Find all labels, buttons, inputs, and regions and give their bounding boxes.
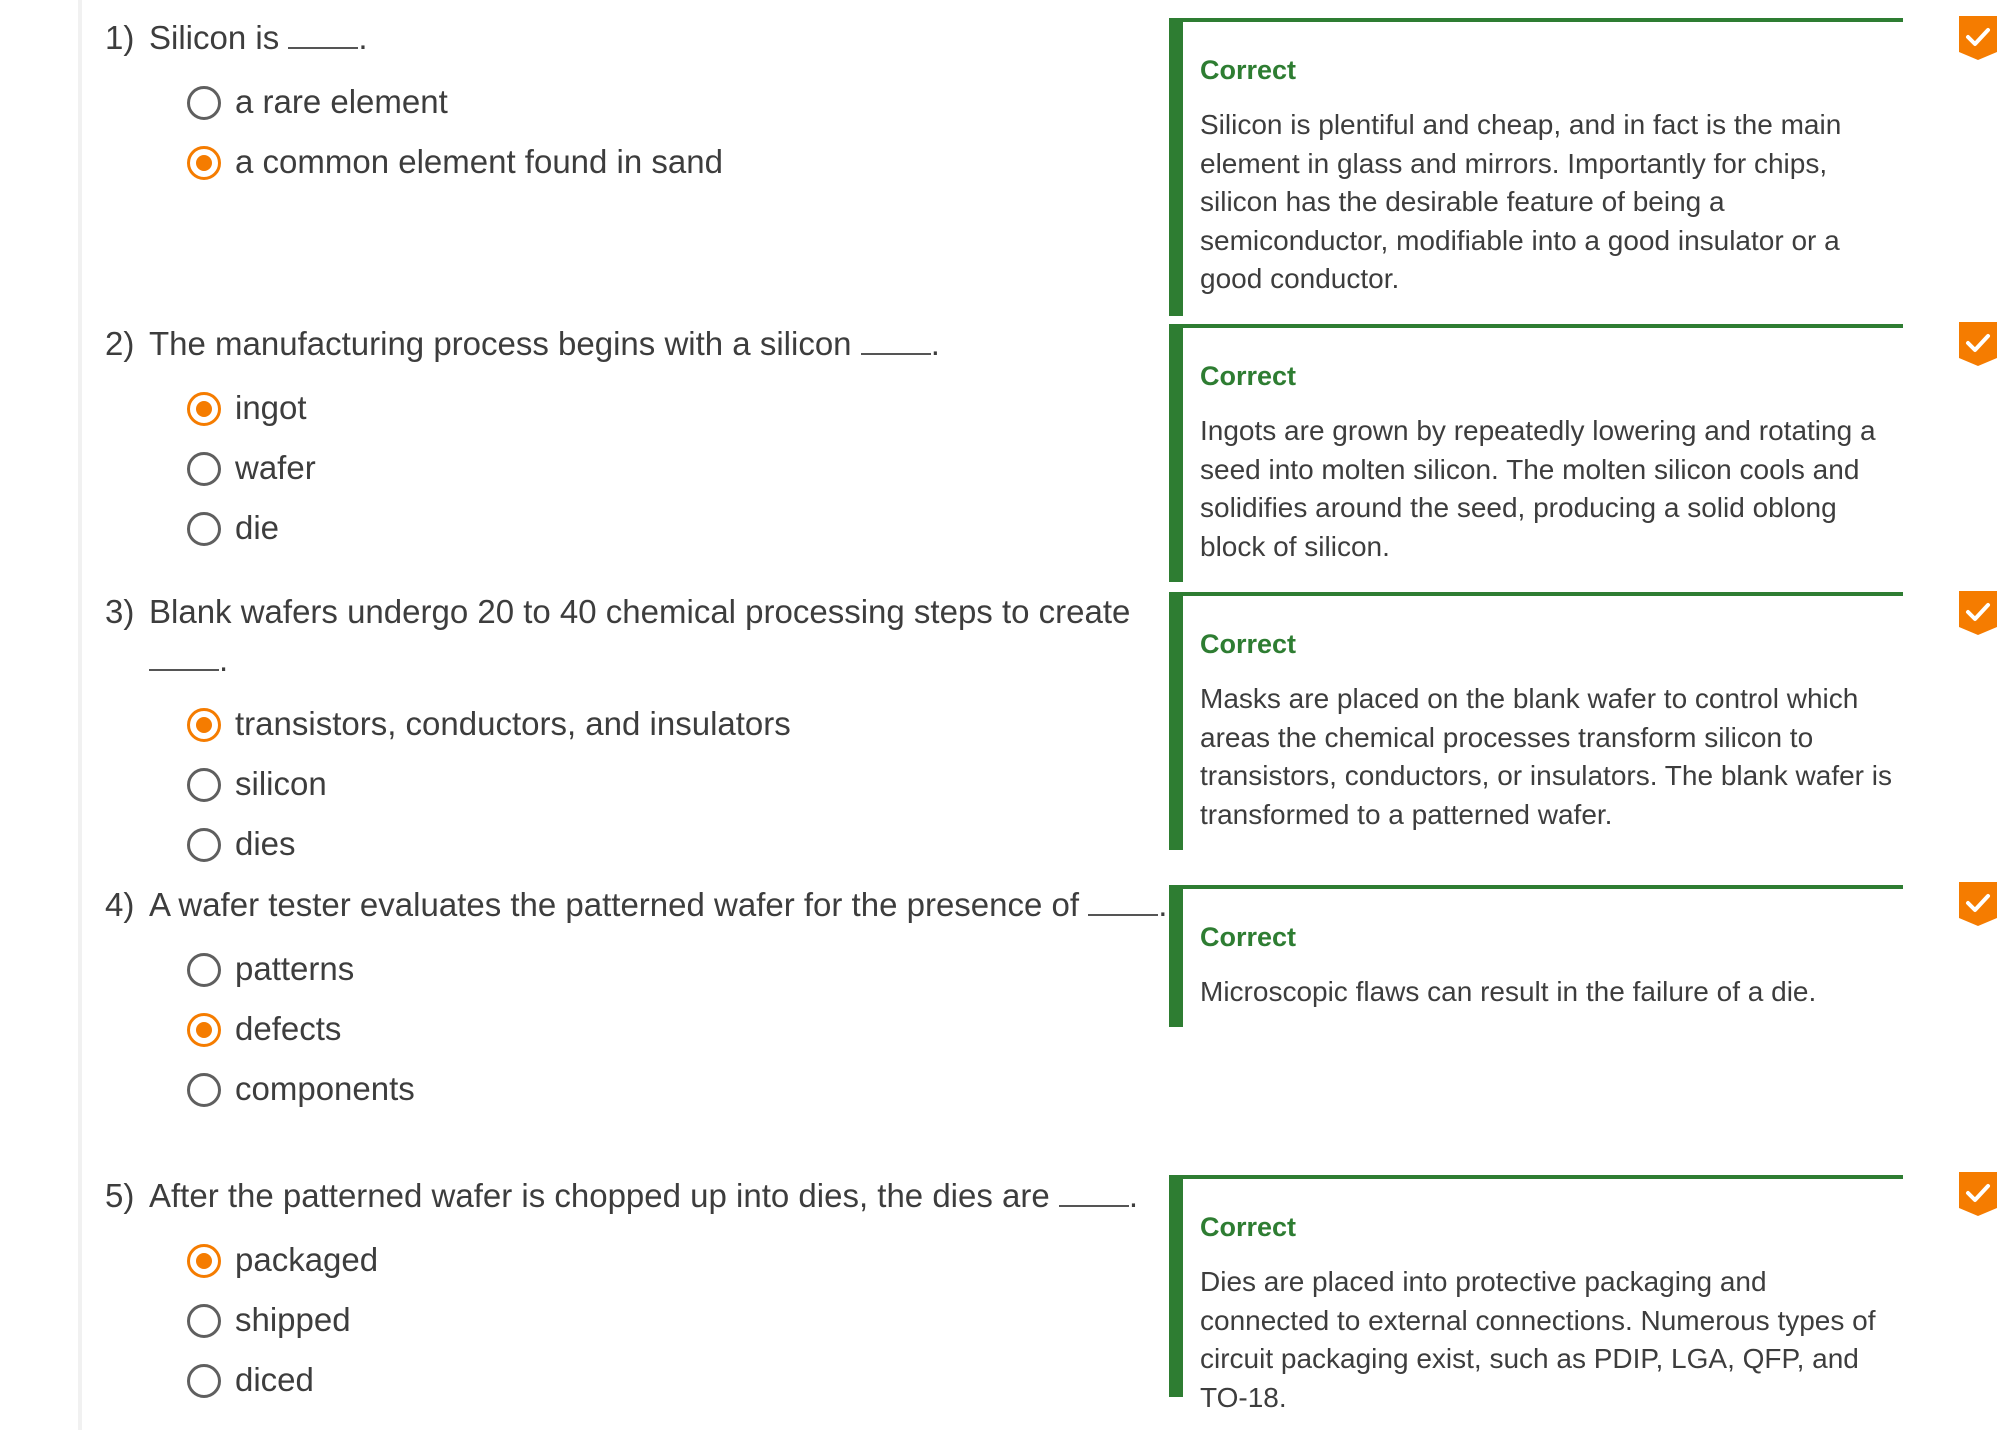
- radio-button[interactable]: [187, 86, 221, 120]
- answer-option-label: shipped: [235, 1301, 351, 1338]
- question-number: 1): [105, 19, 135, 56]
- question-text: A wafer tester evaluates the patterned w…: [149, 886, 1089, 923]
- question-number: 4): [105, 886, 135, 923]
- feedback-text: Masks are placed on the blank wafer to c…: [1200, 683, 1893, 830]
- question-3: 3) Blank wafers undergo 20 to 40 chemical…: [105, 588, 1130, 874]
- answer-option-label: diced: [235, 1361, 314, 1398]
- answer-option-label: wafer: [235, 449, 316, 486]
- answer-option[interactable]: a rare element: [105, 72, 1105, 132]
- radio-button-selected[interactable]: [187, 146, 221, 180]
- checkmark-badge-icon: [1959, 1172, 1997, 1216]
- question-stem: 3) Blank wafers undergo 20 to 40 chemical…: [105, 588, 1179, 684]
- feedback-panel-5: Correct Dies are placed into protective …: [1169, 1175, 1903, 1413]
- answer-blank: [149, 643, 219, 671]
- answer-option[interactable]: die: [105, 498, 1105, 558]
- question-suffix: .: [1158, 886, 1168, 923]
- answer-blank: [288, 21, 359, 49]
- question-1: 1) Silicon is . a rare element a common e…: [105, 14, 1105, 192]
- question-5: 5) After the patterned wafer is chopped u…: [105, 1172, 1138, 1410]
- answer-option-label: defects: [235, 1010, 342, 1047]
- answer-option[interactable]: wafer: [105, 438, 1105, 498]
- question-4: 4) A wafer tester evaluates the patterned…: [105, 881, 1167, 1119]
- answer-option-label: transistors, conductors, and insulators: [235, 705, 791, 742]
- question-suffix: .: [358, 19, 368, 56]
- question-suffix: .: [930, 325, 940, 362]
- answer-option[interactable]: patterns: [105, 939, 1105, 999]
- question-stem: 1) Silicon is .: [105, 14, 1179, 62]
- answer-option-label: components: [235, 1070, 415, 1107]
- question-suffix: .: [219, 641, 229, 678]
- question-stem: 5) After the patterned wafer is chopped u…: [105, 1172, 1179, 1220]
- question-number: 3): [105, 593, 135, 630]
- answer-option-label: silicon: [235, 765, 327, 802]
- radio-button[interactable]: [187, 512, 221, 546]
- answer-blank: [1058, 1179, 1129, 1207]
- answer-option-selected[interactable]: ingot: [105, 378, 1105, 438]
- answer-option-selected[interactable]: transistors, conductors, and insulators: [105, 694, 1105, 754]
- question-stem: 2) The manufacturing process begins with …: [105, 320, 1179, 368]
- checkmark-badge-icon: [1959, 322, 1997, 366]
- question-text: After the patterned wafer is chopped up …: [149, 1177, 1059, 1214]
- answer-option[interactable]: shipped: [105, 1290, 1105, 1350]
- answer-option-label: a rare element: [235, 83, 448, 120]
- answer-option-label: dies: [235, 825, 296, 862]
- answer-blank: [1088, 888, 1159, 916]
- feedback-panel-3: Correct Masks are placed on the blank wa…: [1169, 592, 1903, 850]
- radio-button[interactable]: [187, 1304, 221, 1338]
- radio-button[interactable]: [187, 452, 221, 486]
- answer-option-label: packaged: [235, 1241, 379, 1278]
- radio-button[interactable]: [187, 1073, 221, 1107]
- answer-blank: [860, 327, 931, 355]
- feedback-panel-2: Correct Ingots are grown by repeatedly l…: [1169, 324, 1903, 582]
- radio-button[interactable]: [187, 828, 221, 862]
- radio-button[interactable]: [187, 768, 221, 802]
- answer-option-selected[interactable]: a common element found in sand: [105, 132, 1105, 192]
- answer-option[interactable]: dies: [105, 814, 1105, 874]
- answer-option-label: a common element found in sand: [235, 143, 723, 180]
- answer-option-label: ingot: [235, 389, 307, 426]
- feedback-text: Dies are placed into protective packagin…: [1200, 1266, 1876, 1413]
- feedback-title: Correct: [1200, 922, 1297, 952]
- radio-button-selected[interactable]: [187, 708, 221, 742]
- question-number: 5): [105, 1177, 135, 1214]
- feedback-title: Correct: [1200, 361, 1297, 391]
- radio-button[interactable]: [187, 1364, 221, 1398]
- feedback-text: Silicon is plentiful and cheap, and in f…: [1200, 109, 1842, 294]
- answer-option-selected[interactable]: defects: [105, 999, 1105, 1059]
- feedback-title: Correct: [1200, 629, 1297, 659]
- feedback-panel-4: Correct Microscopic flaws can result in …: [1169, 885, 1903, 1027]
- answer-option[interactable]: diced: [105, 1350, 1105, 1410]
- checkmark-badge-icon: [1959, 591, 1997, 635]
- question-text: The manufacturing process begins with a …: [149, 325, 861, 362]
- feedback-title: Correct: [1200, 1212, 1297, 1242]
- feedback-text: Microscopic flaws can result in the fail…: [1200, 976, 1817, 1007]
- question-stem: 4) A wafer tester evaluates the patterned…: [105, 881, 1179, 929]
- answer-option-selected[interactable]: packaged: [105, 1230, 1105, 1290]
- question-number: 2): [105, 325, 135, 362]
- checkmark-badge-icon: [1959, 16, 1997, 60]
- question-suffix: .: [1128, 1177, 1139, 1214]
- radio-button[interactable]: [187, 953, 221, 987]
- radio-button-selected[interactable]: [187, 1013, 221, 1047]
- answer-option[interactable]: components: [105, 1059, 1105, 1119]
- question-text: Silicon is: [149, 19, 289, 56]
- feedback-title: Correct: [1200, 55, 1297, 85]
- answer-option-label: die: [235, 509, 280, 546]
- answer-option[interactable]: silicon: [105, 754, 1105, 814]
- question-2: 2) The manufacturing process begins with …: [105, 320, 1105, 558]
- radio-button-selected[interactable]: [187, 392, 221, 426]
- feedback-panel-1: Correct Silicon is plentiful and cheap, …: [1169, 18, 1903, 316]
- radio-button-selected[interactable]: [187, 1244, 221, 1278]
- answer-option-label: patterns: [235, 950, 355, 987]
- checkmark-badge-icon: [1959, 882, 1997, 926]
- question-text: Blank wafers undergo 20 to 40 chemical p…: [149, 593, 1131, 630]
- feedback-text: Ingots are grown by repeatedly lowering …: [1200, 415, 1876, 562]
- page-left-border: [78, 0, 82, 1430]
